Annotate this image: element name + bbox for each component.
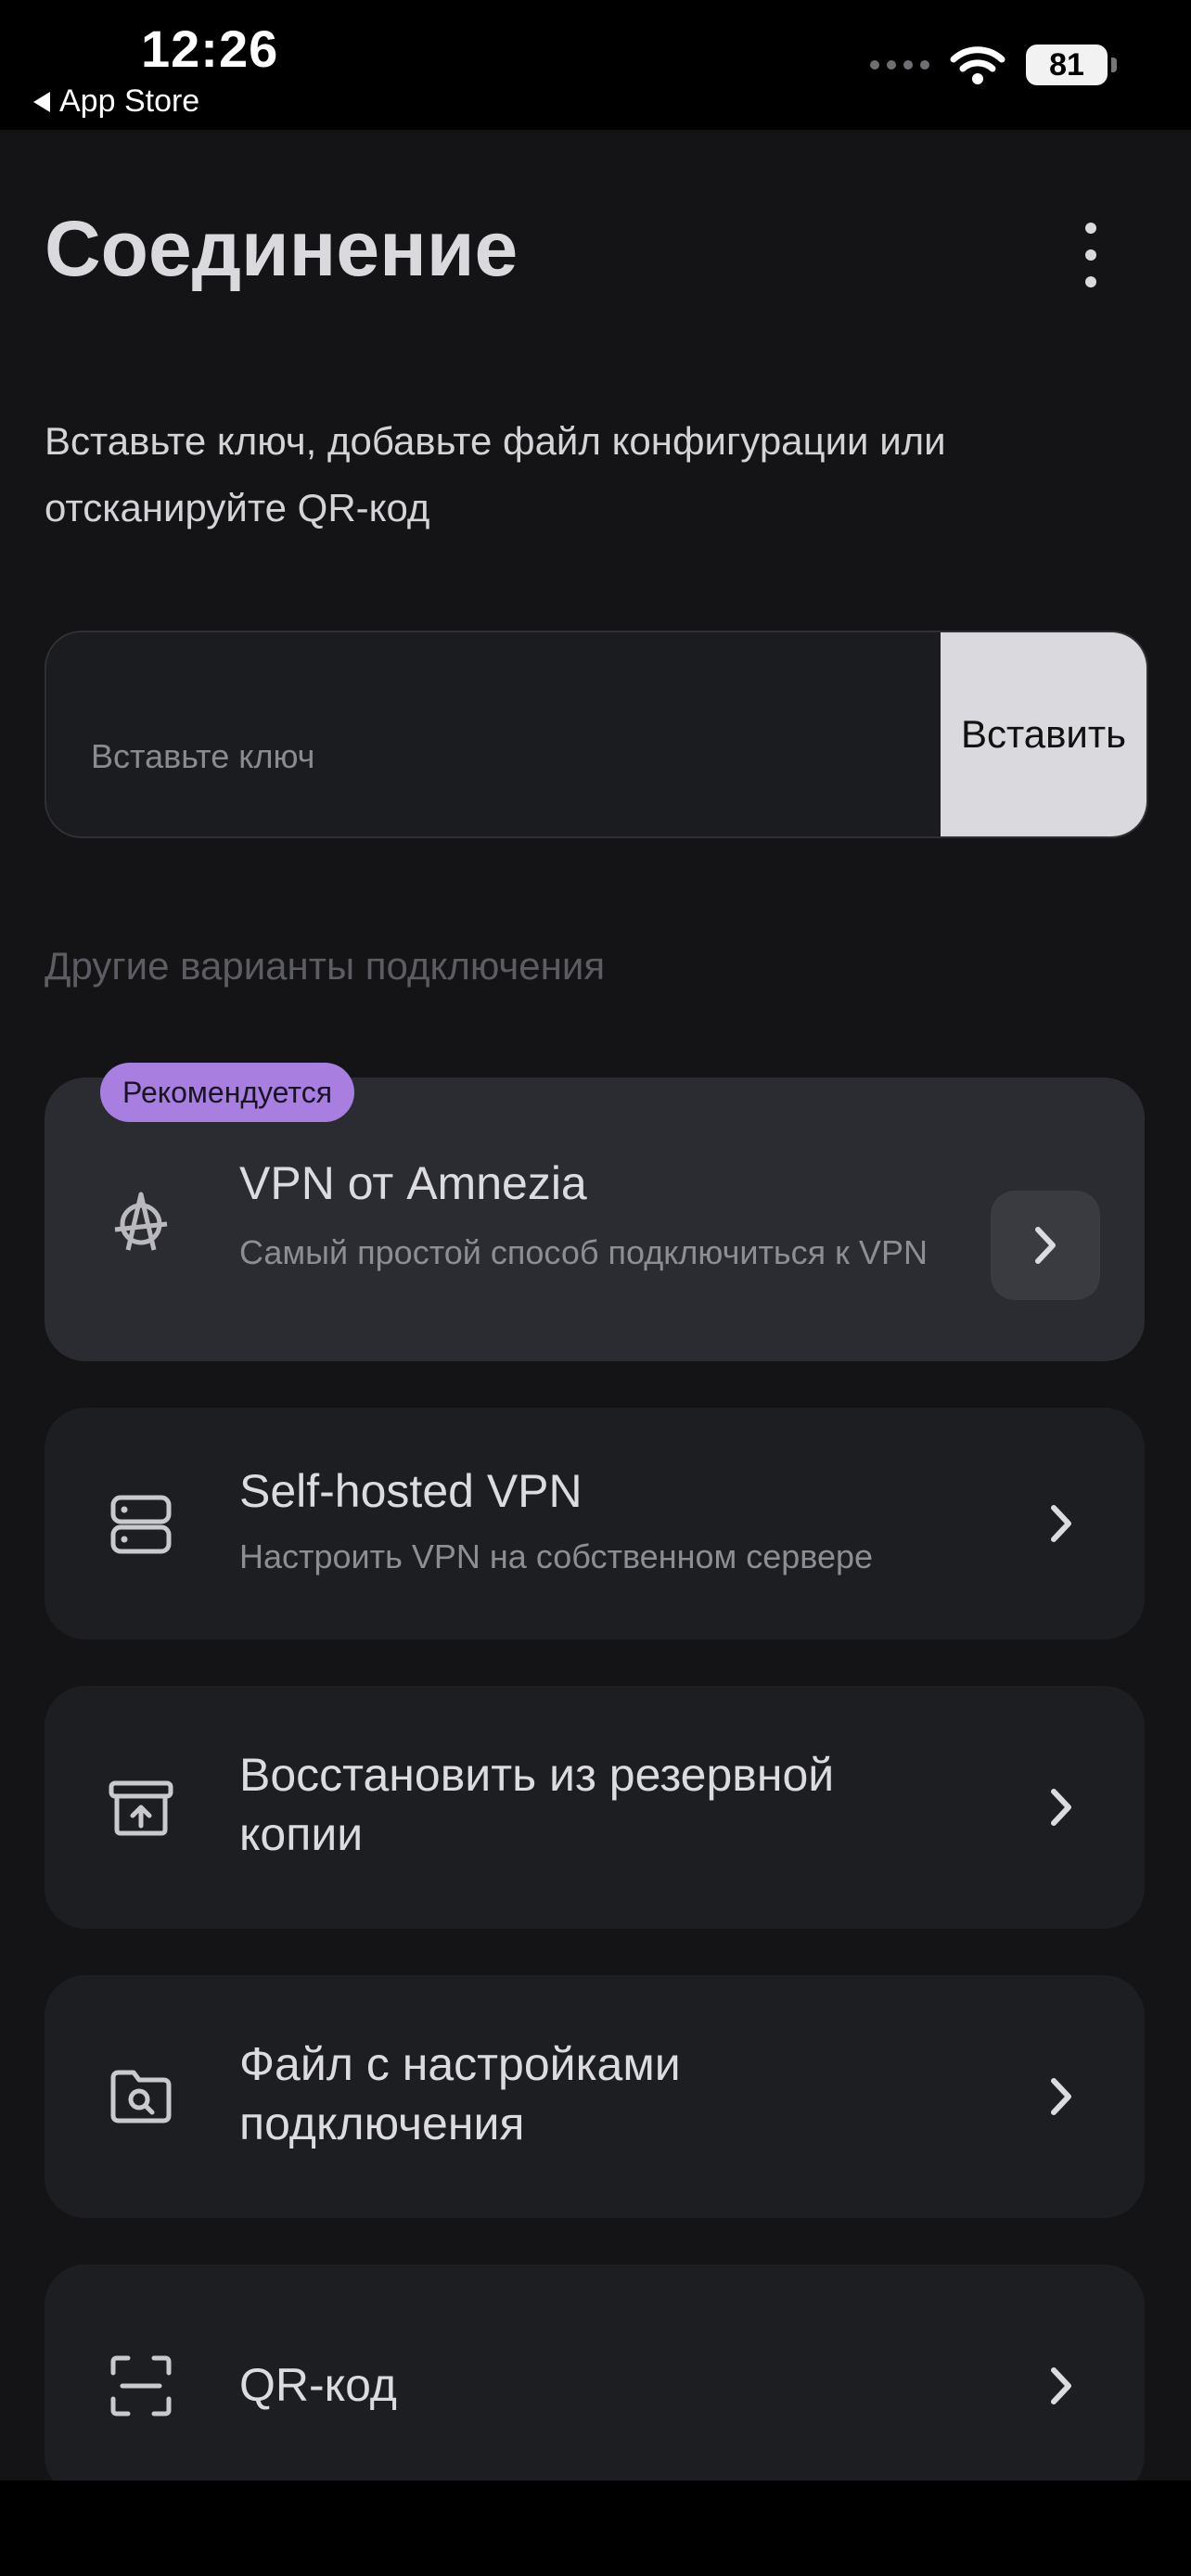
status-time: 12:26	[141, 19, 279, 78]
option-title: VPN от Amnezia	[239, 1157, 587, 1209]
battery-level: 81	[1049, 47, 1084, 83]
chevron-right-button[interactable]	[991, 1191, 1100, 1300]
chevron-right-icon	[1043, 1784, 1080, 1830]
more-dot-icon	[1085, 249, 1096, 261]
option-title: Восстановить из резервной копии	[239, 1749, 835, 1860]
backup-restore-icon	[108, 1774, 174, 1841]
page-subtitle: Вставьте ключ, добавьте файл конфигураци…	[45, 419, 946, 529]
chevron-right-icon	[1043, 2073, 1080, 2120]
other-options-label: Другие варианты подключения	[45, 944, 606, 988]
server-icon	[108, 1490, 174, 1557]
page-title: Соединение	[45, 205, 519, 292]
option-title: Файл с настройками подключения	[239, 2038, 681, 2149]
paste-button[interactable]: Вставить	[941, 632, 1146, 836]
option-restore-backup[interactable]: Восстановить из резервной копии	[45, 1686, 1145, 1929]
qr-scan-icon	[108, 2353, 174, 2419]
chevron-right-icon	[1043, 2363, 1080, 2409]
cellular-signal-icon	[870, 60, 929, 70]
option-config-file[interactable]: Файл с настройками подключения	[45, 1975, 1145, 2218]
recommended-badge: Рекомендуется	[100, 1063, 355, 1122]
chevron-right-icon	[1035, 1227, 1056, 1264]
amnezia-anarchy-icon	[108, 1189, 174, 1256]
wifi-icon	[950, 46, 1005, 84]
option-qr-code[interactable]: QR-код	[45, 2264, 1145, 2496]
more-dot-icon	[1085, 223, 1096, 234]
option-title: Self-hosted VPN	[239, 1465, 583, 1517]
option-description: Настроить VPN на собственном сервере	[239, 1537, 874, 1575]
folder-search-icon	[108, 2063, 174, 2130]
chevron-right-icon	[1043, 1500, 1080, 1547]
battery-icon: 81	[1026, 45, 1117, 85]
more-dot-icon	[1085, 276, 1096, 287]
status-indicators: 81	[870, 45, 1117, 85]
key-input-group: Вставить	[45, 631, 1148, 838]
back-label: App Store	[59, 83, 200, 119]
back-to-app-store-link[interactable]: App Store	[33, 83, 199, 120]
option-title: QR-код	[239, 2359, 397, 2411]
bottom-home-area	[0, 2480, 1191, 2576]
option-description: Самый простой способ подключиться к VPN	[239, 1233, 928, 1271]
key-input[interactable]	[46, 632, 937, 836]
status-bar: 12:26 App Store 81	[0, 0, 1191, 130]
more-options-button[interactable]	[1067, 223, 1115, 287]
back-triangle-icon	[33, 91, 50, 112]
option-self-hosted-vpn[interactable]: Self-hosted VPN Настроить VPN на собстве…	[45, 1408, 1145, 1639]
